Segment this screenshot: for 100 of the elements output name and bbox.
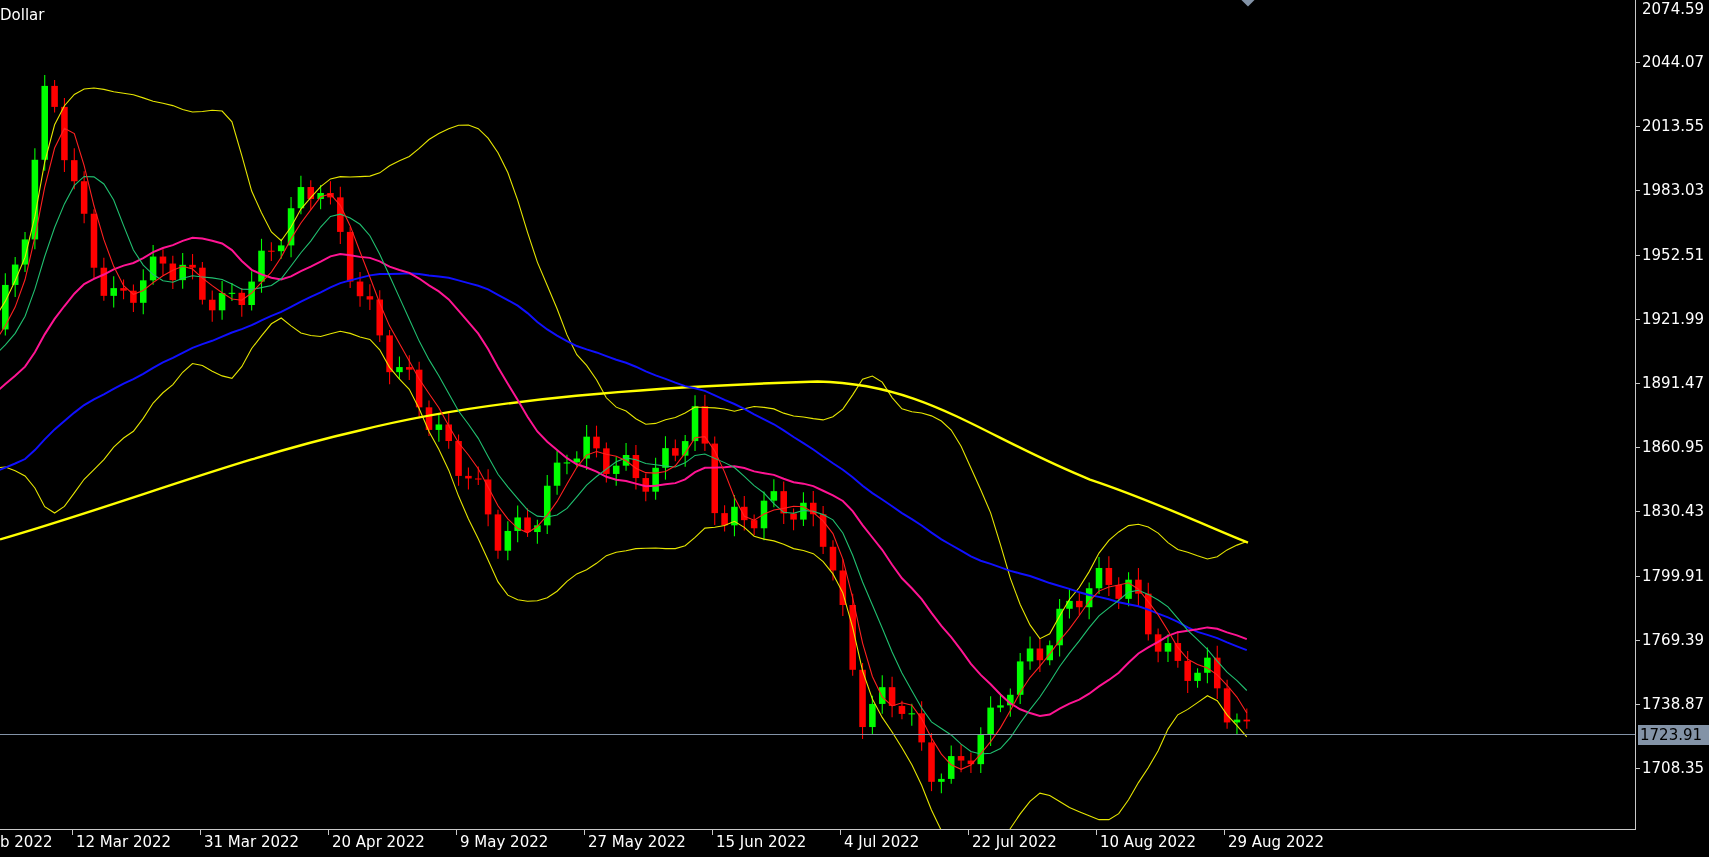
candlestick — [445, 412, 452, 450]
candlestick — [957, 743, 965, 773]
candlestick — [701, 394, 709, 452]
candlestick — [159, 248, 167, 276]
candlestick — [593, 425, 600, 458]
candlestick — [169, 255, 177, 290]
candlestick — [612, 456, 620, 487]
candlestick — [947, 744, 955, 785]
price-axis-label: 2074.59 — [1642, 0, 1705, 18]
candlestick — [770, 478, 778, 508]
candlestick — [307, 179, 315, 211]
price-axis-label: 1952.51 — [1642, 245, 1705, 264]
candlestick — [1154, 627, 1162, 663]
candlestick — [622, 442, 630, 472]
candlestick — [71, 147, 78, 190]
date-axis-label: 27 May 2022 — [588, 833, 686, 851]
candlestick — [731, 494, 738, 537]
candlestick — [140, 268, 147, 315]
candlestick — [258, 238, 265, 294]
candlestick — [376, 289, 383, 343]
price-axis-label: 1891.47 — [1642, 374, 1705, 392]
candlestick — [317, 184, 324, 210]
candlestick — [524, 507, 531, 538]
price-axis-label: 1799.91 — [1642, 566, 1705, 585]
triangle-marker-icon — [1241, 0, 1255, 7]
candlestick — [662, 435, 669, 481]
candlestick — [327, 180, 334, 205]
candlestick — [208, 290, 216, 323]
candlestick — [839, 558, 847, 617]
candlestick — [938, 773, 945, 794]
candlestick — [218, 280, 226, 321]
candlestick — [987, 695, 994, 747]
candlestick — [928, 732, 935, 792]
candlestick — [514, 504, 521, 543]
price-axis-label: 1830.43 — [1642, 502, 1705, 521]
candlestick — [1184, 650, 1191, 694]
date-axis-label: 20 Apr 2022 — [332, 833, 425, 851]
candlestick — [681, 434, 689, 468]
date-axis-label: 9 May 2022 — [460, 833, 549, 851]
candlestick — [189, 253, 196, 280]
candlestick — [1066, 588, 1073, 619]
price-axis-label: 1983.03 — [1642, 181, 1705, 200]
candlestick — [997, 693, 1004, 713]
candlestick — [337, 186, 344, 245]
candlestick — [888, 676, 896, 718]
date-axis-label: 29 Aug 2022 — [1228, 833, 1325, 851]
candlestick — [277, 238, 285, 260]
candlestick — [750, 514, 758, 536]
candlestick — [80, 170, 88, 224]
candlestick — [1115, 576, 1122, 610]
candlestick — [110, 275, 117, 309]
candlestick — [199, 261, 206, 306]
candlestick — [918, 700, 925, 752]
date-axis-label: 22 Jul 2022 — [972, 833, 1057, 851]
candlestick — [21, 231, 29, 273]
candlestick — [642, 473, 650, 502]
candlestick — [1105, 555, 1113, 597]
candlestick — [543, 474, 551, 535]
candlestick — [760, 490, 768, 541]
candlestick — [553, 450, 561, 496]
price-axis-label: 2044.07 — [1642, 53, 1705, 71]
candlestick — [652, 457, 659, 501]
candlestick — [346, 226, 354, 289]
candlestick — [100, 257, 108, 302]
candlestick — [1135, 567, 1142, 607]
candlestick — [366, 283, 374, 311]
candlestick — [1233, 712, 1241, 735]
price-axis-label: 1860.95 — [1642, 438, 1705, 457]
date-axis-label: 10 Aug 2022 — [1100, 833, 1197, 851]
candlestick — [1125, 571, 1132, 607]
price-axis-label: 1769.39 — [1642, 630, 1705, 649]
candlestick — [878, 674, 886, 715]
candlestick — [494, 509, 502, 560]
candlestick — [1016, 652, 1024, 705]
candlestick — [1026, 636, 1034, 671]
candlestick — [977, 726, 985, 774]
candlestick — [1145, 582, 1152, 642]
candlestick — [1214, 645, 1221, 700]
candlestick — [1076, 591, 1083, 616]
price-axis-label: 2013.55 — [1642, 117, 1705, 136]
candlestick — [484, 468, 492, 527]
chart-title: Dollar — [0, 6, 45, 24]
candlestick — [672, 438, 679, 462]
candlestick — [869, 695, 876, 736]
candlestick — [908, 703, 916, 727]
date-axis-label: b 2022 — [0, 833, 53, 851]
price-axis-label: 1921.99 — [1642, 309, 1705, 328]
candlestick — [810, 490, 817, 527]
candlestick — [780, 480, 787, 525]
current-price-label: 1723.91 — [1638, 724, 1709, 745]
candlestick — [819, 505, 827, 555]
candlestick — [563, 454, 571, 475]
candlestick — [898, 700, 906, 720]
date-axis-label: 4 Jul 2022 — [844, 833, 920, 851]
date-axis-label: 12 Mar 2022 — [76, 833, 172, 851]
candlestick — [1174, 630, 1182, 669]
candlestick — [51, 79, 58, 113]
candlestick — [1095, 556, 1103, 595]
candlestick — [297, 175, 305, 215]
candlestick — [287, 196, 295, 258]
